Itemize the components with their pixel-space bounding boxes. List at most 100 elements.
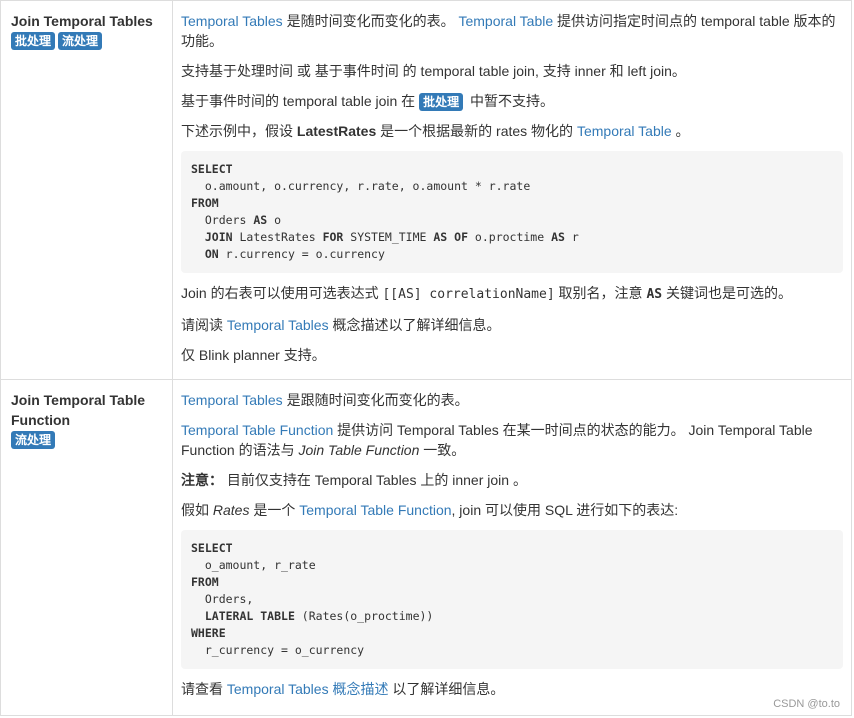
table-row-join-temporal-tables: Join Temporal Tables 批处理 流处理 Temporal Tab…: [1, 1, 851, 380]
code-text: LatestRates: [232, 230, 323, 244]
code-line: o_amount, r_rate: [191, 558, 316, 572]
code-keyword: FROM: [191, 196, 219, 210]
text: 基于事件时间的 temporal table join 在: [181, 93, 420, 109]
text: 下述示例中，假设: [181, 123, 297, 139]
watermark: CSDN @to.to: [773, 698, 840, 710]
code-text: r: [564, 230, 579, 244]
bold-term: LatestRates: [296, 123, 377, 139]
note-label: 注意：: [181, 472, 223, 488]
paragraph: 请查看 Temporal Tables 概念描述 以了解详细信息。: [181, 679, 843, 699]
paragraph: 仅 Blink planner 支持。: [181, 347, 326, 363]
code-text: r_currency = o_currency: [191, 643, 365, 657]
temporal-tables-link[interactable]: Temporal Tables: [181, 392, 283, 408]
paragraph: Temporal Tables 是随时间变化而变化的表。 Temporal Ta…: [181, 11, 843, 51]
code-keyword: SELECT: [191, 162, 233, 176]
paragraph: 注意： 目前仅支持在 Temporal Tables 上的 inner join…: [181, 470, 843, 490]
paragraph: 支持基于处理时间 或 基于事件时间 的 temporal table join,…: [181, 63, 686, 79]
code-text: Orders,: [191, 592, 254, 606]
text: 请查看: [181, 681, 227, 697]
code-line: FROM: [191, 196, 219, 210]
temporal-table-link[interactable]: Temporal Table: [458, 13, 553, 29]
emphasis: Rates: [212, 502, 250, 518]
code-keyword: FOR: [322, 230, 344, 244]
table-row-join-temporal-table-function: Join Temporal Table Function 流处理 Tempora…: [1, 380, 851, 716]
code-block: SELECT o.amount, o.currency, r.rate, o.a…: [181, 151, 843, 273]
text: , join 可以使用 SQL 进行如下的表达:: [451, 502, 679, 518]
temporal-tables-concept-link[interactable]: Temporal Tables 概念描述: [227, 681, 389, 697]
paragraph: Temporal Tables 是跟随时间变化而变化的表。: [181, 390, 843, 410]
sql-operations-table: Join Temporal Tables 批处理 流处理 Temporal Tab…: [0, 0, 852, 716]
code-line: JOIN LatestRates FOR SYSTEM_TIME AS OF o…: [191, 230, 579, 244]
text: 关键词也是可选的。: [662, 285, 792, 301]
badge-batch-inline: 批处理: [419, 93, 464, 111]
code-line: Orders,: [191, 592, 253, 606]
text: 假如: [181, 502, 213, 518]
text: 请阅读: [181, 317, 227, 333]
text: 以了解详细信息。: [388, 681, 505, 697]
code-line: FROM: [191, 575, 219, 589]
temporal-tables-link[interactable]: Temporal Tables: [181, 13, 283, 29]
temporal-table-function-link[interactable]: Temporal Table Function: [181, 422, 333, 438]
code-keyword: ON: [204, 247, 219, 261]
code-keyword: LATERAL TABLE: [204, 609, 295, 623]
code-keyword: FROM: [191, 575, 219, 589]
text: Join 的右表可以使用可选表达式: [181, 285, 383, 301]
text: 是一个: [249, 502, 300, 518]
code-text: SYSTEM_TIME: [343, 230, 434, 244]
code-line: r_currency = o_currency: [191, 643, 364, 657]
paragraph: 下述示例中，假设 LatestRates 是一个根据最新的 rates 物化的 …: [181, 121, 843, 141]
code-keyword: AS: [253, 213, 268, 227]
code-text: r.currency = o.currency: [218, 247, 385, 261]
text: 是跟随时间变化而变化的表。: [282, 392, 469, 408]
badge-group: 流处理: [11, 431, 162, 449]
badge-streaming: 流处理: [58, 32, 103, 50]
code-text: o_amount, r_rate: [191, 558, 316, 572]
temporal-table-function-link[interactable]: Temporal Table Function: [299, 502, 451, 518]
code-line: LATERAL TABLE (Rates(o_proctime)): [191, 609, 434, 623]
operation-title: Join Temporal Tables: [11, 13, 153, 29]
badge-group: 批处理 流处理: [11, 32, 162, 50]
paragraph: Temporal Table Function 提供访问 Temporal Ta…: [181, 420, 843, 460]
operation-title: Join Temporal Table Function: [11, 392, 146, 428]
text: 目前仅支持在 Temporal Tables 上的 inner join 。: [223, 472, 527, 488]
code-text: o.amount, o.currency, r.rate, o.amount *…: [191, 179, 531, 193]
text: 是随时间变化而变化的表。: [282, 13, 459, 29]
description-cell: Temporal Tables 是随时间变化而变化的表。 Temporal Ta…: [173, 1, 851, 379]
paragraph: Join 的右表可以使用可选表达式 [[AS] correlationName]…: [181, 283, 843, 305]
text: 取别名，注意: [554, 285, 647, 301]
paragraph: 请阅读 Temporal Tables 概念描述以了解详细信息。: [181, 315, 843, 335]
badge-streaming: 流处理: [11, 431, 56, 449]
text: 一致。: [419, 442, 466, 458]
code-text: o.proctime: [468, 230, 552, 244]
temporal-tables-link[interactable]: Temporal Tables: [227, 317, 329, 333]
text: 中暂不支持。: [466, 93, 554, 109]
code-line: SELECT: [191, 541, 233, 555]
code-block: SELECT o_amount, r_rate FROM Orders, LAT…: [181, 530, 843, 669]
code-line: Orders AS o: [191, 213, 281, 227]
code-text: o: [267, 213, 282, 227]
code-text: (Rates(o_proctime)): [294, 609, 434, 623]
code-keyword: AS: [551, 230, 565, 244]
code-keyword: SELECT: [191, 541, 233, 555]
code-line: o.amount, o.currency, r.rate, o.amount *…: [191, 179, 530, 193]
paragraph: 基于事件时间的 temporal table join 在 批处理 中暂不支持。: [181, 91, 843, 111]
text: 是一个根据最新的 rates 物化的: [376, 123, 577, 139]
code-keyword: JOIN: [204, 230, 233, 244]
operation-cell: Join Temporal Table Function 流处理: [1, 380, 173, 716]
temporal-table-link[interactable]: Temporal Table: [577, 123, 672, 139]
code-line: ON r.currency = o.currency: [191, 247, 385, 261]
operation-cell: Join Temporal Tables 批处理 流处理: [1, 1, 173, 379]
inline-code: [[AS] correlationName]: [382, 287, 555, 302]
code-line: SELECT: [191, 162, 233, 176]
inline-keyword: AS: [646, 287, 663, 302]
text: 。: [671, 123, 690, 139]
paragraph: 假如 Rates 是一个 Temporal Table Function, jo…: [181, 500, 843, 520]
emphasis: Join Table Function: [298, 442, 420, 458]
text: 概念描述以了解详细信息。: [328, 317, 501, 333]
code-keyword: WHERE: [191, 626, 226, 640]
code-keyword: AS OF: [433, 230, 468, 244]
code-line: WHERE: [191, 626, 226, 640]
